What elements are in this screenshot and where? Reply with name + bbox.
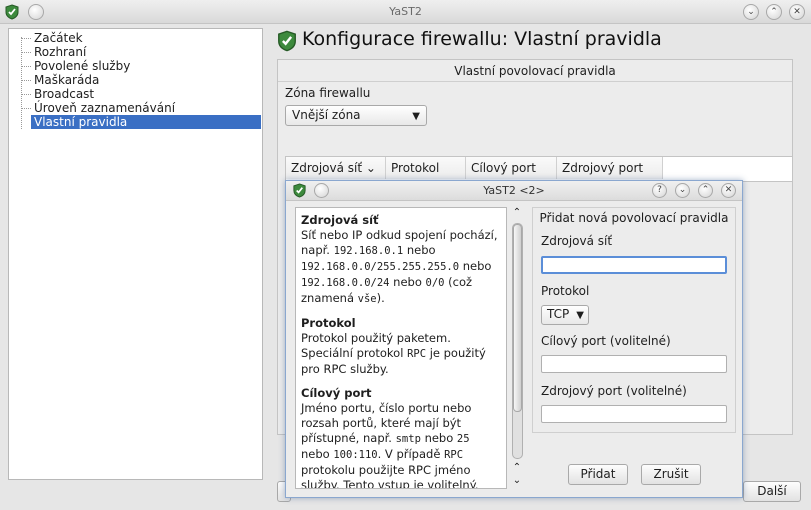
column-header-protocol[interactable]: Protokol bbox=[386, 157, 466, 179]
next-button[interactable]: Další bbox=[743, 481, 801, 502]
help-icon[interactable]: ? bbox=[652, 183, 667, 198]
rules-table[interactable]: Zdrojová síť ⌄ Protokol Cílový port Zdro… bbox=[285, 156, 793, 182]
zone-label: Zóna firewallu bbox=[285, 86, 371, 100]
column-header-dest-port[interactable]: Cílový port bbox=[466, 157, 557, 179]
sidebar-item-label: Broadcast bbox=[34, 87, 95, 101]
sidebar-item-label: Začátek bbox=[34, 31, 83, 45]
dest-port-label: Cílový port (volitelné) bbox=[541, 334, 671, 348]
sidebar-item-label: Úroveň zaznamenávání bbox=[34, 101, 176, 115]
dialog-close-button[interactable]: ✕ bbox=[721, 183, 736, 198]
protocol-label: Protokol bbox=[541, 284, 590, 298]
help-heading-protocol: Protokol bbox=[301, 316, 356, 330]
chevron-down-icon: ▼ bbox=[576, 310, 584, 321]
help-text-panel: Zdrojová síť Síť nebo IP odkud spojení p… bbox=[295, 207, 507, 489]
column-header-source-port[interactable]: Zdrojový port bbox=[557, 157, 663, 179]
source-port-input[interactable] bbox=[541, 405, 727, 423]
add-rule-group: Přidat nová povolovací pravidla Zdrojová… bbox=[532, 207, 736, 433]
minimize-button[interactable]: ⌄ bbox=[743, 4, 759, 20]
help-heading-source: Zdrojová síť bbox=[301, 213, 379, 227]
source-network-label: Zdrojová síť bbox=[541, 234, 613, 248]
sidebar-tree: Začátek Rozhraní Povolené služby Maškará… bbox=[8, 28, 263, 480]
zone-combobox[interactable]: Vnější zóna ▼ bbox=[285, 105, 427, 126]
source-port-label: Zdrojový port (volitelné) bbox=[541, 384, 687, 398]
help-scrollbar[interactable]: ⌃ ⌃ ⌄ bbox=[510, 207, 524, 489]
source-network-input[interactable] bbox=[541, 256, 727, 274]
dialog-titlebar: YaST2 <2> ? ⌄ ⌃ ✕ bbox=[286, 181, 742, 201]
firewall-shield-icon bbox=[278, 30, 296, 52]
dialog-minimize-button[interactable]: ⌄ bbox=[675, 183, 690, 198]
sidebar-item-zacatek[interactable]: Začátek bbox=[21, 31, 83, 45]
close-button[interactable]: ✕ bbox=[789, 4, 805, 20]
add-button[interactable]: Přidat bbox=[568, 464, 628, 485]
panel-title: Vlastní povolovací pravidla bbox=[454, 64, 616, 78]
scroll-thumb[interactable] bbox=[513, 224, 522, 412]
help-heading-dest-port: Cílový port bbox=[301, 386, 372, 400]
sidebar-item-vlastni-pravidla[interactable]: Vlastní pravidla bbox=[31, 115, 261, 129]
sidebar-item-rozhrani[interactable]: Rozhraní bbox=[21, 45, 86, 59]
dialog-title: YaST2 <2> bbox=[483, 184, 545, 197]
scroll-down-icon[interactable]: ⌄ bbox=[510, 475, 524, 487]
dialog-maximize-button[interactable]: ⌃ bbox=[698, 183, 713, 198]
sidebar-item-label: Vlastní pravidla bbox=[34, 115, 128, 129]
panel-divider bbox=[278, 81, 792, 82]
group-title: Přidat nová povolovací pravidla bbox=[539, 211, 729, 225]
sidebar-item-povolene-sluzby[interactable]: Povolené služby bbox=[21, 59, 130, 73]
add-rule-dialog: YaST2 <2> ? ⌄ ⌃ ✕ Zdrojová síť Síť nebo … bbox=[285, 180, 743, 498]
protocol-value: TCP bbox=[547, 307, 570, 321]
scroll-up-icon[interactable]: ⌃ bbox=[510, 207, 524, 219]
sidebar-item-label: Maškaráda bbox=[34, 73, 100, 87]
protocol-combobox[interactable]: TCP ▼ bbox=[541, 305, 589, 325]
cancel-button[interactable]: Zrušit bbox=[641, 464, 701, 485]
dest-port-input[interactable] bbox=[541, 355, 727, 373]
chevron-down-icon: ▼ bbox=[412, 111, 420, 122]
page-title: Konfigurace firewallu: Vlastní pravidla bbox=[302, 28, 662, 50]
sidebar-item-label: Povolené služby bbox=[34, 59, 131, 73]
scroll-down-icon[interactable]: ⌃ bbox=[510, 462, 524, 474]
sort-chevron-icon: ⌄ bbox=[365, 161, 376, 175]
sidebar-item-uroven-zaznamenavani[interactable]: Úroveň zaznamenávání bbox=[21, 101, 175, 115]
column-header-source[interactable]: Zdrojová síť ⌄ bbox=[286, 157, 386, 179]
maximize-button[interactable]: ⌃ bbox=[766, 4, 782, 20]
sidebar-item-maskarada[interactable]: Maškaráda bbox=[21, 73, 99, 87]
zone-value: Vnější zóna bbox=[292, 108, 361, 122]
window-title: YaST2 bbox=[389, 5, 422, 18]
sidebar-item-broadcast[interactable]: Broadcast bbox=[21, 87, 94, 101]
window-titlebar: YaST2 ⌄ ⌃ ✕ bbox=[0, 0, 811, 24]
sidebar-item-label: Rozhraní bbox=[34, 45, 87, 59]
